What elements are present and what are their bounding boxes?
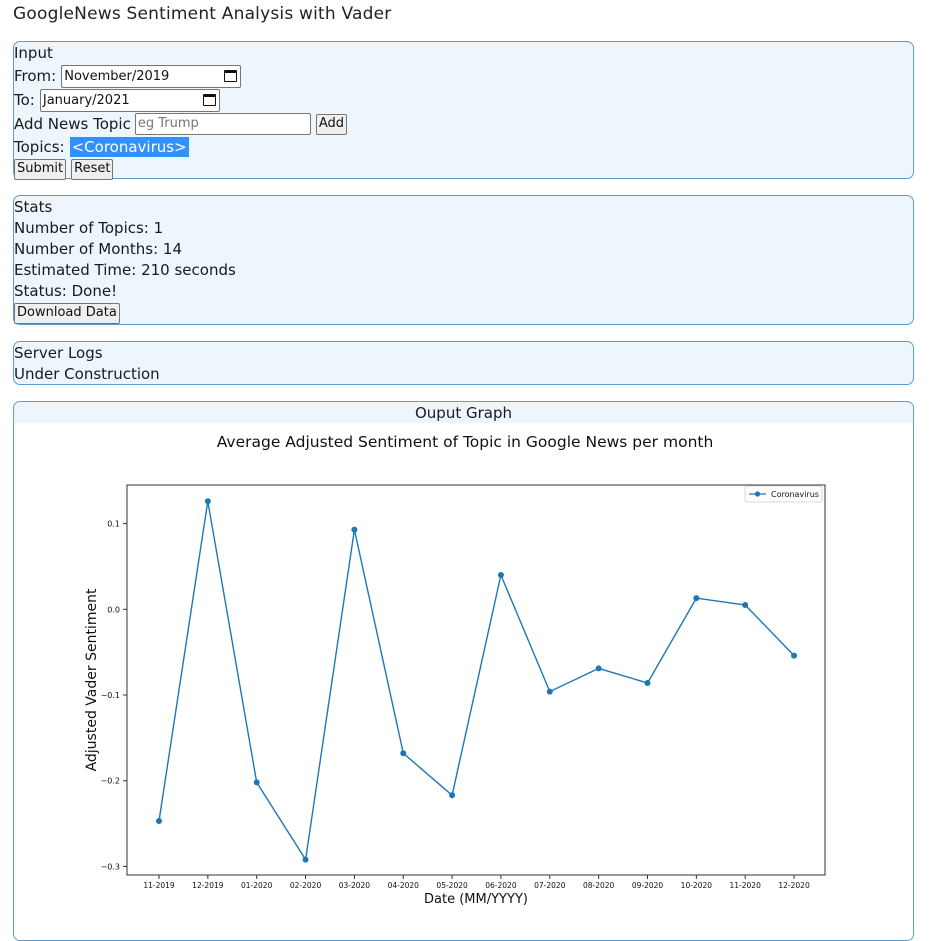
data-point xyxy=(644,680,651,686)
sentiment-line-chart: Average Adjusted Sentiment of Topic in G… xyxy=(84,433,826,907)
from-date-value: November/2019 xyxy=(64,68,170,84)
data-point xyxy=(693,595,700,602)
stats-topics: Number of Topics: 1 xyxy=(14,219,164,237)
topics-label: Topics: xyxy=(14,137,65,156)
stats-status: Status: Done! xyxy=(14,282,118,300)
page-title: GoogleNews Sentiment Analysis with Vader xyxy=(13,4,392,24)
data-point xyxy=(351,526,358,533)
y-tick-label: −0.2 xyxy=(101,777,120,786)
plot-frame xyxy=(126,484,826,876)
download-data-button[interactable]: Download Data xyxy=(14,302,120,324)
output-graph-panel: Ouput Graph Average Adjusted Sentiment o… xyxy=(13,401,914,941)
graph-heading: Ouput Graph xyxy=(14,402,913,423)
x-tick-label: 02-2020 xyxy=(290,881,322,890)
y-axis: 0.1 0.0 −0.1 −0.2 −0.3 xyxy=(101,520,127,871)
calendar-icon[interactable] xyxy=(202,94,216,106)
legend-marker-coronavirus xyxy=(754,491,761,497)
submit-button[interactable]: Submit xyxy=(14,158,67,180)
x-axis: 11-2019 12-2019 01-2020 02-2020 03-2020 04-20… xyxy=(143,875,810,890)
add-topic-label: Add News Topic xyxy=(14,114,131,133)
data-point xyxy=(253,779,260,786)
logs-message: Under Construction xyxy=(14,365,160,383)
data-point xyxy=(595,665,602,672)
x-tick-label: 10-2020 xyxy=(681,881,713,890)
to-date-value: January/2021 xyxy=(42,92,130,108)
calendar-icon[interactable] xyxy=(224,70,238,82)
add-topic-input[interactable]: eg Trump xyxy=(134,113,311,135)
x-axis-label: Date (MM/YYYY) xyxy=(424,892,528,907)
x-tick-label: 07-2020 xyxy=(534,881,566,890)
chart-legend: Coronavirus xyxy=(744,485,823,503)
input-heading: Input xyxy=(14,44,53,62)
from-label: From: xyxy=(14,66,57,85)
stats-time: Estimated Time: 210 seconds xyxy=(14,261,236,279)
x-tick-label: 12-2020 xyxy=(778,881,810,890)
x-tick-label: 11-2020 xyxy=(730,881,762,890)
x-tick-label: 05-2020 xyxy=(436,881,468,890)
data-point xyxy=(204,498,211,505)
graph-body: Average Adjusted Sentiment of Topic in G… xyxy=(14,423,913,940)
chart-title: Average Adjusted Sentiment of Topic in G… xyxy=(217,433,714,451)
x-tick-label: 12-2019 xyxy=(192,881,224,890)
y-axis-label: Adjusted Vader Sentiment xyxy=(84,588,100,771)
topic-chip-coronavirus[interactable]: <Coronavirus> xyxy=(69,137,189,157)
add-topic-button[interactable]: Add xyxy=(315,113,348,135)
data-point xyxy=(546,688,553,695)
data-point xyxy=(302,856,309,863)
logs-heading: Server Logs xyxy=(14,344,103,362)
server-logs-panel: Server Logs Under Construction xyxy=(13,341,914,385)
stats-heading: Stats xyxy=(14,198,53,216)
data-point xyxy=(497,572,504,578)
to-date-input[interactable]: January/2021 xyxy=(39,88,220,112)
x-tick-label: 01-2020 xyxy=(241,881,273,890)
y-tick-label: 0.1 xyxy=(107,520,120,529)
stats-panel: Stats Number of Topics: 1 Number of Mont… xyxy=(13,195,914,325)
x-tick-label: 08-2020 xyxy=(583,881,615,890)
series-line-coronavirus xyxy=(158,501,795,862)
data-point xyxy=(156,818,162,824)
y-tick-label: −0.3 xyxy=(101,862,120,871)
legend-label-coronavirus: Coronavirus xyxy=(771,490,819,499)
stats-months: Number of Months: 14 xyxy=(14,240,182,258)
data-point xyxy=(449,792,456,799)
y-tick-label: 0.0 xyxy=(107,605,120,614)
x-tick-label: 03-2020 xyxy=(339,881,371,890)
data-point xyxy=(742,602,749,608)
input-panel: Input From: November/2019 To: January/20… xyxy=(13,41,914,180)
series-layer xyxy=(156,498,798,863)
x-tick-label: 04-2020 xyxy=(388,881,420,890)
x-tick-label: 09-2020 xyxy=(632,881,664,890)
data-point xyxy=(400,750,407,757)
x-tick-label: 06-2020 xyxy=(485,881,517,890)
y-tick-label: −0.1 xyxy=(101,691,120,700)
from-date-input[interactable]: November/2019 xyxy=(61,64,242,88)
reset-button[interactable]: Reset xyxy=(71,158,114,180)
to-label: To: xyxy=(14,90,35,109)
data-point xyxy=(791,652,798,659)
x-tick-label: 11-2019 xyxy=(143,881,175,890)
